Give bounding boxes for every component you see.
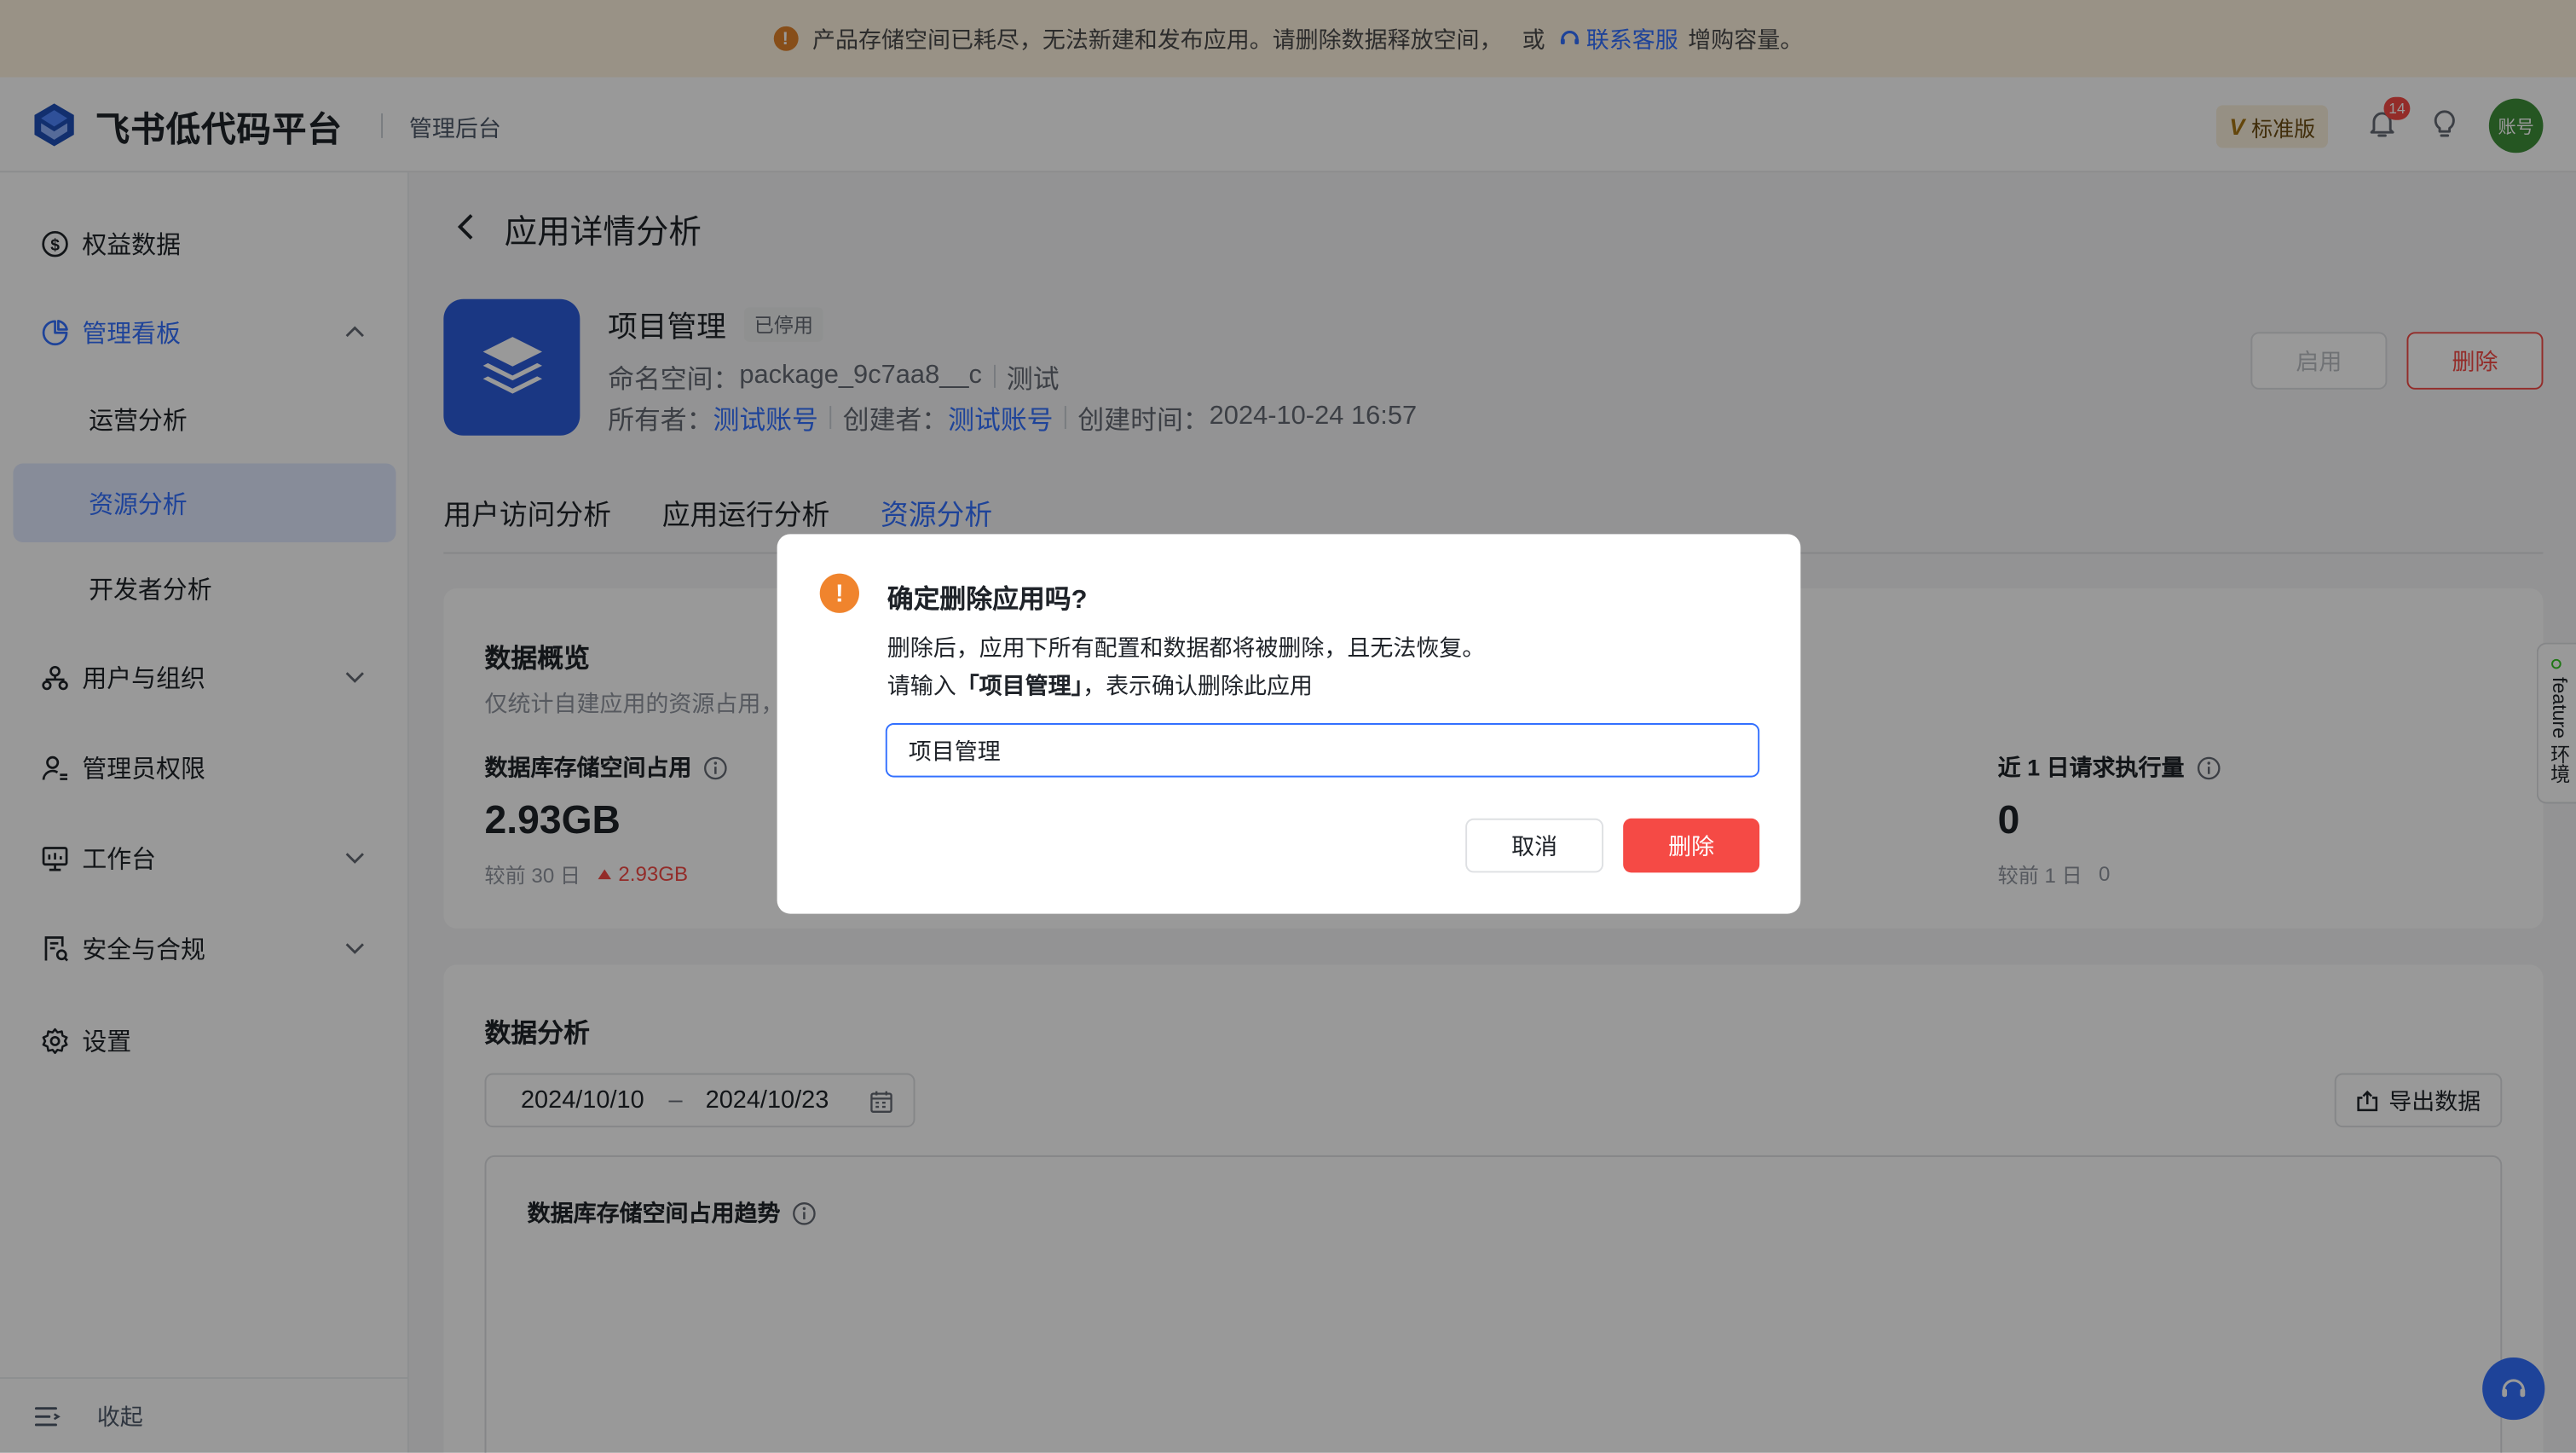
confirm-app-name-input[interactable]: [885, 723, 1760, 778]
confirm-delete-button[interactable]: 删除: [1623, 818, 1760, 873]
instruction-prefix: 请输入: [887, 672, 956, 699]
instruction-suffix: ，表示确认删除此应用: [1083, 672, 1313, 699]
cancel-button[interactable]: 取消: [1465, 818, 1604, 873]
dialog-title: 确定删除应用吗?: [887, 587, 1088, 615]
dialog-warning-text: 删除后，应用下所有配置和数据都将被删除，且无法恢复。: [887, 634, 1486, 661]
dialog-instruction: 请输入「项目管理」，表示确认删除此应用: [887, 669, 1313, 702]
exclamation-icon: !: [819, 573, 859, 613]
delete-confirm-dialog: ! 确定删除应用吗? 删除后，应用下所有配置和数据都将被删除，且无法恢复。 请输…: [777, 534, 1801, 914]
instruction-app-name: 「项目管理」: [956, 672, 1083, 699]
